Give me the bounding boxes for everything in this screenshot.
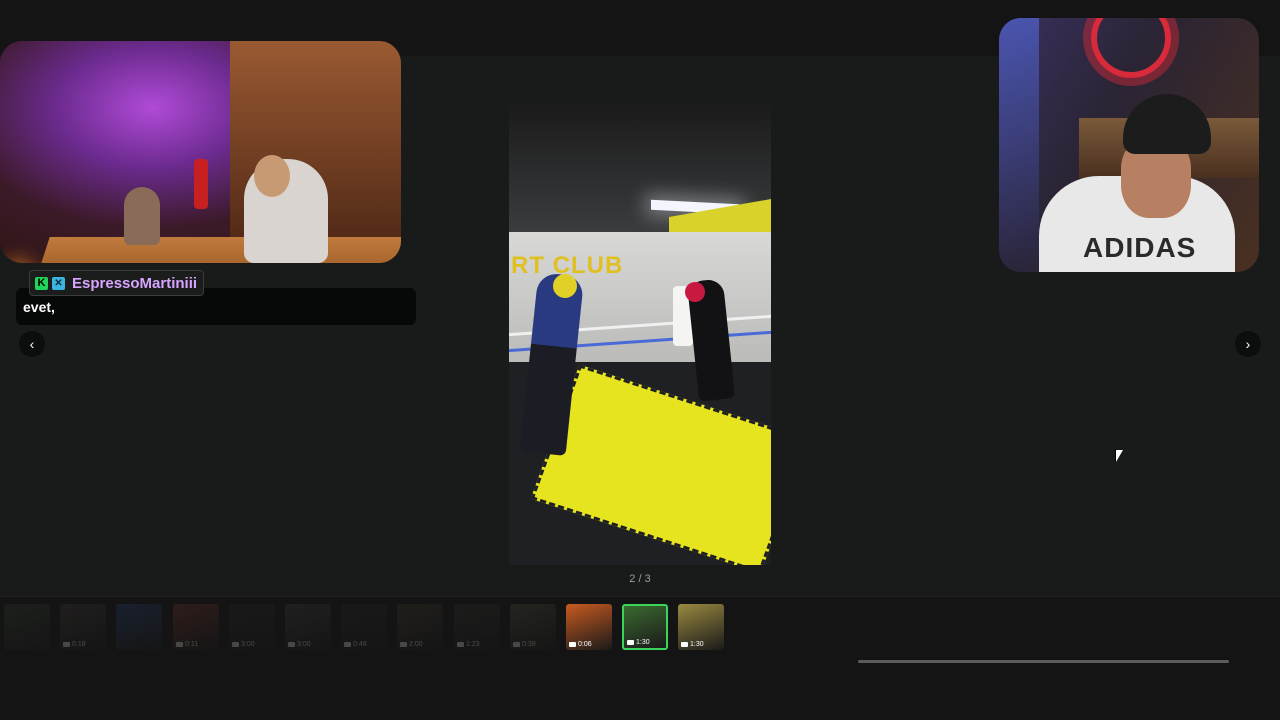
thumbnail-duration-text: 0:06	[578, 641, 592, 648]
chevron-left-icon: ‹	[29, 336, 35, 352]
thumbnail-item[interactable]: 0:11	[173, 604, 219, 650]
thumbnail-duration: 1:23	[457, 641, 480, 648]
thumbnail-item[interactable]: 3:00	[285, 604, 331, 650]
streamer-webcam-right: ADIDAS	[999, 18, 1259, 272]
thumbnail-duration-text: 1:23	[466, 641, 480, 648]
thumbnail-item[interactable]: 3:00	[229, 604, 275, 650]
thumbnail-duration: 0:18	[63, 641, 86, 648]
thumbnail-duration-text: 3:00	[241, 641, 255, 648]
webcam-microphone	[194, 159, 208, 209]
webcam-streamer-beanie	[1123, 94, 1211, 154]
thumbnail-duration-text: 0:48	[353, 641, 367, 648]
thumbnail-duration: 2:00	[400, 641, 423, 648]
thumbnail-item[interactable]: 2:00	[397, 604, 443, 650]
previous-button[interactable]: ‹	[19, 331, 45, 357]
thumbnail-duration: 1:30	[627, 639, 650, 646]
chat-message-text: evet,	[23, 299, 55, 315]
thumbnail-duration-text: 2:00	[409, 641, 423, 648]
thumbnail-duration: 0:06	[569, 641, 592, 648]
thumbnail-item[interactable]: 1:30	[678, 604, 724, 650]
chat-username: EspressoMartiniii	[72, 274, 198, 292]
next-button[interactable]: ›	[1235, 331, 1261, 357]
mouse-cursor-icon	[1115, 449, 1123, 462]
thumbnail-duration: 3:00	[232, 641, 255, 648]
thumbnail-item[interactable]: 0:39	[510, 604, 556, 650]
thumbnail-strip: 0:18 0:11 3:00 3:00 0:48 2:00 1:23 0:39 0:06 1:30…	[4, 604, 744, 652]
thumbnail-duration: 1:30	[681, 641, 704, 648]
video-camera-icon	[569, 642, 576, 647]
thumbnail-duration-text: 1:30	[690, 641, 704, 648]
chat-username-tag[interactable]: K ✕ EspressoMartiniii	[29, 270, 205, 296]
viewer-root: ADIDAS K ✕ EspressoMartiniii evet, ‹ › R…	[0, 0, 1280, 720]
thumbnail-item[interactable]: 0:18	[60, 604, 106, 650]
webcam-streamer-head	[254, 155, 290, 197]
video-camera-icon	[681, 642, 688, 647]
thumbnail-item[interactable]: 1:30	[622, 604, 668, 650]
thumbnail-item[interactable]: 0:48	[341, 604, 387, 650]
thumbnail-duration: 0:48	[344, 641, 367, 648]
thumbnail-duration-text: 0:11	[185, 641, 199, 648]
thumbnail-duration-text: 1:30	[636, 639, 650, 646]
thumbnail-scrollbar[interactable]	[858, 660, 1229, 663]
video-camera-icon	[513, 642, 520, 647]
webcam-neon-target	[1091, 18, 1171, 78]
media-counter: 2 / 3	[629, 573, 651, 585]
shirt-text: ADIDAS	[1083, 232, 1197, 263]
video-camera-icon	[457, 642, 464, 647]
thumbnail-duration: 0:11	[176, 641, 198, 648]
video-camera-icon	[627, 640, 634, 645]
thumbnail-item[interactable]	[116, 604, 162, 650]
thumbnail-item[interactable]: 0:06	[566, 604, 612, 650]
webcam-blue-light	[999, 18, 1039, 272]
video-camera-icon	[63, 642, 70, 647]
webcam-mannequin-head	[124, 187, 160, 245]
thumbnail-duration: 0:39	[513, 641, 536, 648]
thumbnail-duration: 3:00	[288, 641, 311, 648]
boxer-right-headgear	[685, 282, 705, 302]
kick-badge-icon: K	[35, 276, 48, 290]
main-media-video[interactable]: RT CLUB	[509, 102, 771, 565]
webcam-table	[30, 237, 401, 263]
streamer-webcam-left	[0, 41, 401, 263]
thumbnail-duration-text: 0:39	[522, 641, 536, 648]
video-camera-icon	[400, 642, 407, 647]
video-camera-icon	[232, 642, 239, 647]
thumbnail-item[interactable]	[4, 604, 50, 650]
video-camera-icon	[344, 642, 351, 647]
thumbnail-duration-text: 3:00	[297, 641, 311, 648]
video-camera-icon	[288, 642, 295, 647]
subscriber-badge-icon: ✕	[52, 276, 65, 290]
video-camera-icon	[176, 642, 183, 647]
chevron-right-icon: ›	[1245, 336, 1251, 352]
thumbnail-duration-text: 0:18	[72, 641, 86, 648]
boxer-left-gloves	[553, 274, 577, 298]
thumbnail-item[interactable]: 1:23	[454, 604, 500, 650]
